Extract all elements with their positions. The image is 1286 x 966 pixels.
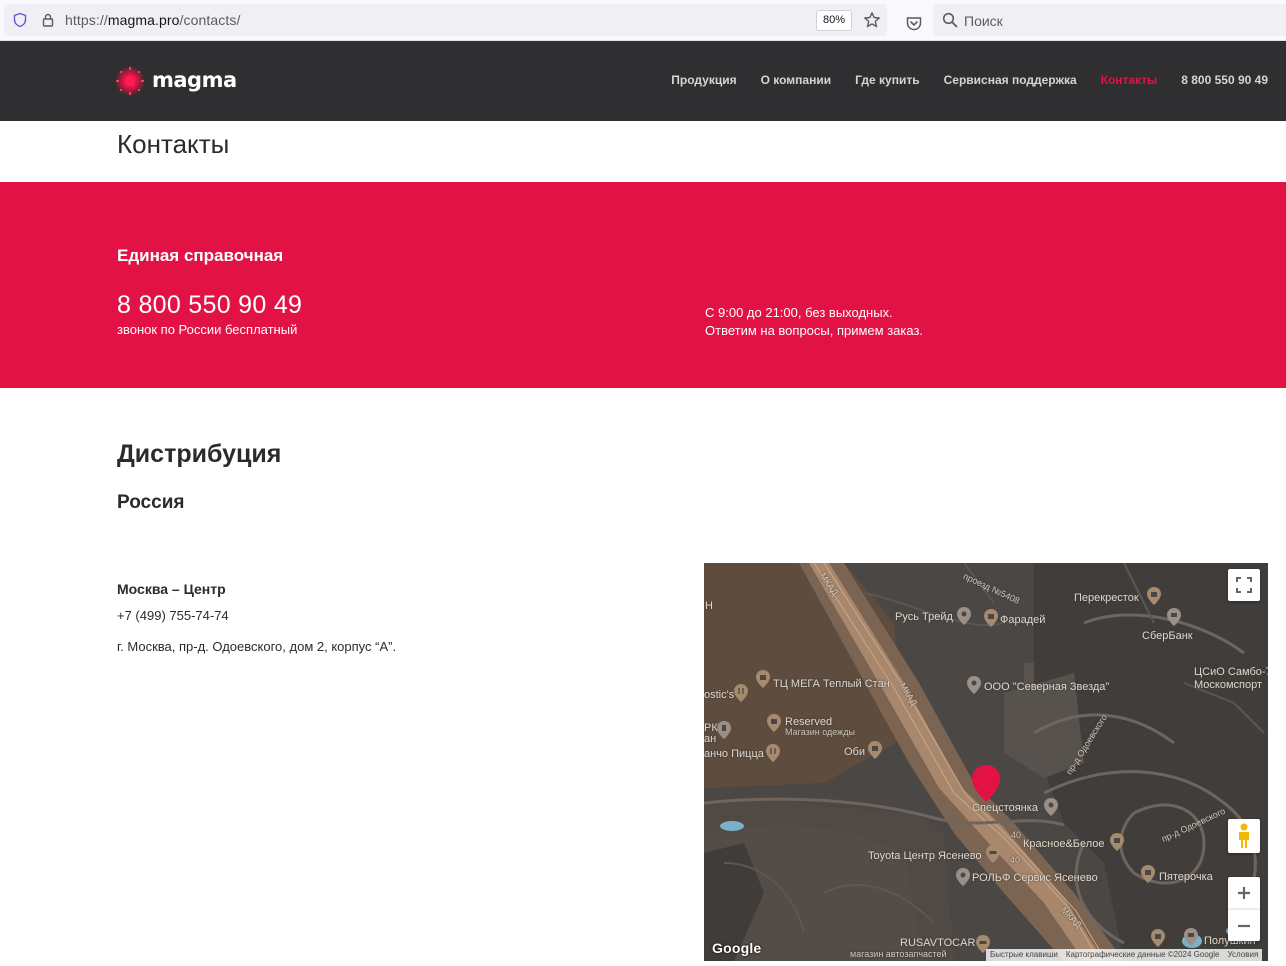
restaurant-marker-icon[interactable] <box>766 744 780 762</box>
car-marker-icon[interactable] <box>986 845 1000 863</box>
shop-marker-icon[interactable] <box>984 609 998 627</box>
map-terms-link[interactable]: Условия <box>1223 949 1263 961</box>
shop-marker-icon[interactable] <box>1141 865 1155 883</box>
poi-marker-icon[interactable] <box>956 868 970 886</box>
bookmark-star-icon[interactable] <box>863 11 881 29</box>
nav-service-support[interactable]: Сервисная поддержка <box>944 73 1077 87</box>
map-label: Перекресток <box>1074 592 1139 604</box>
nav-about[interactable]: О компании <box>761 73 832 87</box>
map-data-credit: Картографические данные ©2024 Google <box>1061 949 1224 961</box>
map-zoom-out-button[interactable] <box>1228 909 1260 941</box>
page-title: Контакты <box>117 129 230 159</box>
map-label: Пятерочка <box>1159 871 1213 883</box>
map-label: RUSAVTOCAR <box>900 937 976 949</box>
map-label: Оби <box>844 746 866 758</box>
photo-marker-icon[interactable] <box>1184 928 1198 946</box>
map-label: Русь Трейд <box>895 611 953 623</box>
url-host: magma.pro <box>107 12 180 28</box>
map-label: магазин автозапчастей <box>850 949 947 959</box>
nav-products[interactable]: Продукция <box>671 73 736 87</box>
plus-icon <box>1238 887 1250 899</box>
restaurant-marker-icon[interactable] <box>734 684 748 702</box>
url-text[interactable]: https://magma.pro/contacts/ <box>65 12 240 28</box>
map-label: ЦСиО Самбо-7 <box>1194 666 1268 678</box>
lock-icon[interactable] <box>40 12 56 28</box>
poi-marker-icon[interactable] <box>957 607 971 625</box>
map-label: Магазин одежды <box>785 727 855 737</box>
map-zoom-in-button[interactable] <box>1228 877 1260 909</box>
map-label: ostic's <box>704 689 735 701</box>
browser-toolbar: https://magma.pro/contacts/ 80% Поиск <box>0 0 1286 41</box>
hotline-banner: Единая справочная 8 800 550 90 49 звонок… <box>0 182 1286 388</box>
map-label: ООО "Северная Звезда" <box>984 681 1110 693</box>
minus-icon <box>1238 924 1250 927</box>
shop-marker-icon[interactable] <box>1110 833 1124 851</box>
office-address: г. Москва, пр-д. Одоевского, дом 2, корп… <box>117 639 397 654</box>
hotline-phone-note: звонок по России бесплатный <box>117 322 298 337</box>
search-placeholder: Поиск <box>964 13 1003 29</box>
shop-marker-icon[interactable] <box>1147 587 1161 605</box>
nav-contacts[interactable]: Контакты <box>1101 73 1158 87</box>
map-label: Спецстоянка <box>972 802 1038 814</box>
tracking-protection-shield-icon[interactable] <box>12 12 28 28</box>
magma-logo-icon <box>115 66 145 96</box>
country-title: Россия <box>117 492 185 513</box>
url-path: /contacts/ <box>179 12 241 28</box>
hotline-phone[interactable]: 8 800 550 90 49 <box>117 291 302 320</box>
search-icon <box>942 12 958 28</box>
map-label: Toyota Центр Ясенево <box>868 850 982 862</box>
poi-marker-icon[interactable] <box>1044 798 1058 816</box>
hotline-hours-line2: Ответим на вопросы, примем заказ. <box>705 323 924 338</box>
map-fullscreen-button[interactable] <box>1228 569 1260 601</box>
bank-marker-icon[interactable] <box>1167 608 1181 626</box>
map-attribution: Быстрые клавиши Картографические данные … <box>986 949 1263 961</box>
map-label: РОЛЬФ Сервис Ясенево <box>972 872 1098 884</box>
map-label: Красное&Белое <box>1023 838 1105 850</box>
main-nav: Продукция О компании Где купить Сервисна… <box>671 73 1268 87</box>
hotline-heading: Единая справочная <box>117 246 284 265</box>
map-label: ТЦ МЕГА Теплый Стан <box>773 678 890 690</box>
shop-marker-icon[interactable] <box>756 670 770 688</box>
magma-logo[interactable]: magma <box>114 65 237 97</box>
map-label: СберБанк <box>1142 630 1193 642</box>
pocket-icon[interactable] <box>905 15 923 33</box>
nav-where-to-buy[interactable]: Где купить <box>855 73 920 87</box>
fullscreen-icon <box>1236 577 1252 593</box>
map-label: Н <box>705 600 713 612</box>
street-view-pegman-button[interactable] <box>1228 819 1260 853</box>
pegman-icon <box>1239 823 1249 848</box>
office-phone[interactable]: +7 (499) 755-74-74 <box>117 608 229 623</box>
shop-marker-icon[interactable] <box>1151 929 1165 947</box>
logo-wordmark: magma <box>152 67 237 92</box>
browser-search-bar[interactable]: Поиск <box>933 4 1286 36</box>
hotline-hours-line1: С 9:00 до 21:00, без выходных. <box>705 305 893 320</box>
url-scheme: https:// <box>65 12 108 28</box>
map-label: Фарадей <box>1000 614 1046 626</box>
map-label: 40 <box>1010 855 1021 865</box>
site-header: magma Продукция О компании Где купить Се… <box>0 41 1286 121</box>
poi-marker-icon[interactable] <box>967 676 981 694</box>
office-name: Москва – Центр <box>117 581 226 597</box>
hotline-hours: С 9:00 до 21:00, без выходных. Ответим н… <box>705 304 923 340</box>
poi-marker-icon[interactable] <box>717 721 731 739</box>
map-label: анчо Пицца <box>704 748 764 760</box>
zoom-level-button[interactable]: 80% <box>816 10 852 31</box>
google-logo[interactable]: Google <box>712 940 761 956</box>
map-shortcuts-link[interactable]: Быстрые клавиши <box>986 949 1062 961</box>
shop-marker-icon[interactable] <box>767 714 781 732</box>
nav-phone[interactable]: 8 800 550 90 49 <box>1181 73 1268 87</box>
map-label: 40 <box>1011 830 1022 840</box>
address-bar[interactable]: https://magma.pro/contacts/ 80% <box>4 4 922 36</box>
google-map[interactable]: МКАД МКАД МКАД проезд №5408 Н Русь Трейд… <box>704 563 1268 961</box>
map-label: ан <box>704 733 717 745</box>
map-label: Москомспорт <box>1194 679 1263 691</box>
distribution-title: Дистрибуция <box>117 440 282 468</box>
shop-marker-icon[interactable] <box>868 741 882 759</box>
